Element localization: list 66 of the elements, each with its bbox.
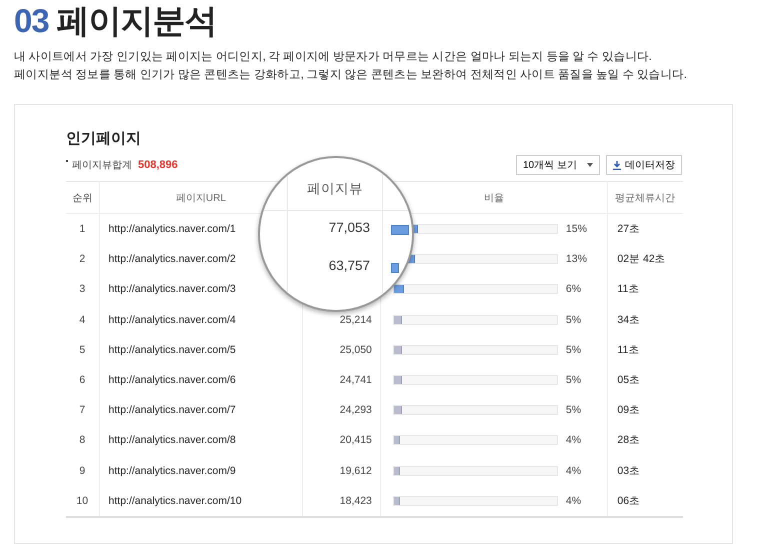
time-cell: 27초 <box>617 223 640 236</box>
total-label: 페이지뷰합계 <box>66 158 132 172</box>
rank-cell: 8 <box>79 434 86 446</box>
time-cell: 09초 <box>617 404 640 416</box>
url-cell: http://analytics.naver.com/5 <box>108 344 236 356</box>
url-cell: http://analytics.naver.com/1 <box>108 223 236 236</box>
rank-cell: 3 <box>79 283 86 296</box>
column-header: 비율 <box>484 192 504 204</box>
description-text: 페이지분석 정보를 통해 인기가 많은 콘텐츠는 강화하고, 그렇지 않은 콘텐츠는 보완하여 전체적인 사이트 품질을 높일 수 있습니다. <box>14 67 688 83</box>
magnified-column-header: 페이지뷰 <box>306 180 364 198</box>
magnified-page-views: 77,053 <box>328 220 370 235</box>
rank-cell: 6 <box>79 374 86 386</box>
url-cell: http://analytics.naver.com/4 <box>108 314 236 326</box>
url-cell: http://analytics.naver.com/8 <box>108 434 236 446</box>
section-number: 03 <box>14 2 49 40</box>
magnified-page-views: 63,757 <box>328 258 370 273</box>
description-text: 내 사이트에서 가장 인기있는 페이지는 어디인지, 각 페이지에 방문자가 머무르는 시간은 얼마나 되는지 등을 알 수 있습니다. <box>14 49 653 65</box>
time-cell: 11초 <box>617 344 640 356</box>
column-header: 순위 <box>72 192 92 204</box>
magnified-ratio-fill <box>391 263 399 273</box>
url-cell: http://analytics.naver.com/3 <box>108 283 236 296</box>
time-cell: 02분 42초 <box>617 253 666 266</box>
ratio-value: 15% <box>566 223 587 236</box>
time-cell: 03초 <box>617 464 640 477</box>
ratio-value: 5% <box>566 344 582 356</box>
time-cell: 34초 <box>617 314 640 326</box>
page-views-cell: 18,423 <box>340 494 372 507</box>
ratio-value: 4% <box>566 494 582 507</box>
url-cell: http://analytics.naver.com/6 <box>108 374 236 386</box>
rank-cell: 1 <box>79 223 86 236</box>
total-value: 508,896 <box>138 159 178 171</box>
rank-cell: 4 <box>79 314 86 326</box>
column-header: 평균체류시간 <box>615 192 676 204</box>
panel-title: 인기페이지 <box>66 129 142 148</box>
ratio-value: 6% <box>566 283 582 296</box>
page-views-cell: 24,293 <box>340 404 372 416</box>
time-cell: 28초 <box>617 434 640 446</box>
url-cell: http://analytics.naver.com/2 <box>108 253 236 266</box>
ratio-value: 5% <box>566 404 582 416</box>
column-header: 페이지URL <box>176 192 226 204</box>
rank-cell: 7 <box>79 404 86 416</box>
download-icon <box>613 160 621 170</box>
ratio-value: 5% <box>566 314 582 326</box>
ratio-value: 5% <box>566 374 582 386</box>
url-cell: http://analytics.naver.com/10 <box>108 494 242 507</box>
ratio-value: 4% <box>566 434 582 446</box>
page-views-cell: 20,415 <box>340 434 372 446</box>
rank-cell: 10 <box>76 494 88 507</box>
rank-cell: 9 <box>79 464 86 477</box>
page-views-cell: 25,214 <box>340 314 372 326</box>
page-views-cell: 19,612 <box>340 464 372 477</box>
time-cell: 06초 <box>617 494 640 507</box>
url-cell: http://analytics.naver.com/7 <box>108 404 236 416</box>
save-data-button[interactable]: 데이터저장 <box>606 155 682 175</box>
page-views-cell: 25,050 <box>340 344 372 356</box>
ratio-value: 4% <box>566 464 582 477</box>
page-size-dropdown[interactable]: 10개씩 보기 <box>516 155 600 175</box>
time-cell: 05초 <box>617 374 640 386</box>
caret-icon <box>587 163 593 167</box>
page-views-cell: 24,741 <box>340 374 372 386</box>
time-cell: 11초 <box>617 283 640 296</box>
url-cell: http://analytics.naver.com/9 <box>108 464 236 477</box>
ratio-value: 13% <box>566 253 587 266</box>
rank-cell: 2 <box>79 253 86 266</box>
section-title: 페이지분석 <box>56 2 217 40</box>
rank-cell: 5 <box>79 344 86 356</box>
